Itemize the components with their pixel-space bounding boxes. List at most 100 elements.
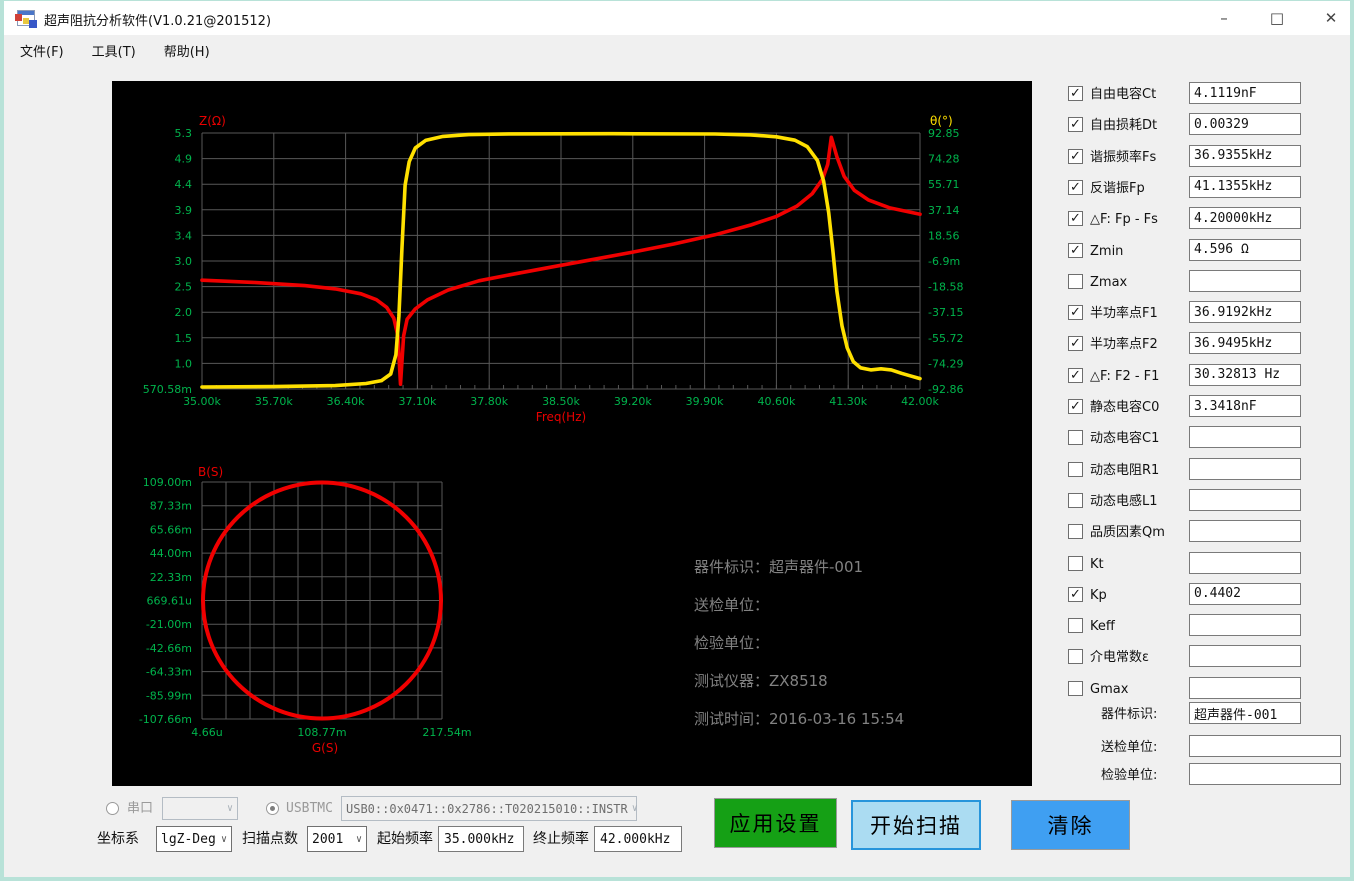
- result-value-0[interactable]: [1189, 82, 1301, 104]
- result-checkbox-4[interactable]: ✓: [1068, 211, 1083, 227]
- result-checkbox-13[interactable]: [1068, 492, 1083, 508]
- result-label-13: 动态电感L1: [1090, 493, 1158, 509]
- usbtmc-address-select[interactable]: USB0::0x0471::0x2786::T020215010::INSTR ∨: [341, 796, 638, 821]
- sweep-points-select[interactable]: 2001 ∨: [307, 826, 367, 852]
- id-field-input-2[interactable]: [1189, 763, 1341, 785]
- device-info-block: 器件标识：超声器件-001 送检单位： 检验单位： 测试仪器：ZX8518 测试…: [694, 555, 904, 745]
- result-value-15[interactable]: [1189, 551, 1301, 574]
- svg-text:G(S): G(S): [312, 741, 338, 755]
- svg-text:38.50k: 38.50k: [542, 395, 580, 408]
- result-value-3[interactable]: [1189, 175, 1301, 198]
- result-value-19[interactable]: [1189, 676, 1301, 699]
- result-value-11[interactable]: [1189, 426, 1301, 449]
- result-value-10[interactable]: [1189, 395, 1301, 417]
- chevron-down-icon: ∨: [631, 803, 638, 814]
- result-value-4[interactable]: [1189, 207, 1301, 230]
- menu-file[interactable]: 文件(F): [8, 37, 76, 64]
- result-label-15: Kt: [1090, 556, 1104, 572]
- title-bar: 超声阻抗分析软件(V1.0.21@201512) – □ ✕: [4, 1, 1350, 35]
- svg-text:4.9: 4.9: [175, 153, 193, 166]
- svg-text:108.77m: 108.77m: [297, 726, 346, 739]
- result-value-14[interactable]: [1189, 520, 1301, 543]
- result-checkbox-7[interactable]: ✓: [1068, 305, 1083, 321]
- sweep-points-label: 扫描点数: [242, 831, 298, 847]
- result-value-2[interactable]: [1189, 144, 1301, 167]
- result-label-11: 动态电容C1: [1090, 431, 1160, 447]
- svg-text:-107.66m: -107.66m: [139, 713, 192, 726]
- result-checkbox-2[interactable]: ✓: [1068, 148, 1083, 164]
- result-checkbox-6[interactable]: [1068, 273, 1083, 289]
- result-value-5[interactable]: [1189, 238, 1301, 261]
- result-checkbox-5[interactable]: ✓: [1068, 242, 1083, 258]
- result-value-7[interactable]: [1189, 301, 1301, 324]
- result-value-17[interactable]: [1189, 614, 1301, 637]
- result-label-7: 半功率点F1: [1090, 306, 1158, 322]
- svg-text:-6.9m: -6.9m: [928, 255, 960, 268]
- svg-text:-21.00m: -21.00m: [146, 618, 192, 631]
- result-checkbox-16[interactable]: ✓: [1068, 586, 1083, 602]
- result-label-6: Zmax: [1090, 274, 1128, 290]
- serial-port-select[interactable]: ∨: [162, 797, 238, 820]
- result-checkbox-3[interactable]: ✓: [1068, 179, 1083, 195]
- svg-text:-42.66m: -42.66m: [146, 642, 192, 655]
- result-value-9[interactable]: [1189, 363, 1301, 386]
- maximize-button[interactable]: □: [1260, 6, 1294, 30]
- svg-text:109.00m: 109.00m: [143, 476, 192, 489]
- id-field-input-1[interactable]: [1189, 735, 1341, 757]
- result-label-9: △F: F2 - F1: [1090, 368, 1160, 384]
- serial-radio[interactable]: [106, 802, 119, 815]
- result-checkbox-8[interactable]: ✓: [1068, 336, 1083, 352]
- clear-button[interactable]: 清除: [1011, 800, 1130, 850]
- result-label-1: 自由损耗Dt: [1090, 118, 1158, 134]
- id-field-label-1: 送检单位:: [1101, 740, 1158, 755]
- result-checkbox-11[interactable]: [1068, 430, 1083, 446]
- svg-text:-18.58: -18.58: [928, 281, 963, 294]
- result-checkbox-18[interactable]: [1068, 649, 1083, 665]
- svg-text:35.70k: 35.70k: [255, 395, 293, 408]
- start-scan-button[interactable]: 开始扫描: [851, 800, 981, 850]
- window-title: 超声阻抗分析软件(V1.0.21@201512): [44, 14, 272, 29]
- start-freq-input[interactable]: [438, 826, 524, 852]
- usbtmc-radio[interactable]: [266, 802, 279, 815]
- chevron-down-icon: ∨: [355, 833, 362, 845]
- info-sender: 送检单位：: [694, 596, 770, 614]
- result-checkbox-9[interactable]: ✓: [1068, 367, 1083, 383]
- svg-text:-64.33m: -64.33m: [146, 666, 192, 679]
- result-value-1[interactable]: [1189, 113, 1301, 136]
- svg-text:1.0: 1.0: [175, 357, 193, 370]
- result-checkbox-1[interactable]: ✓: [1068, 117, 1083, 133]
- result-label-0: 自由电容Ct: [1090, 87, 1157, 102]
- close-button[interactable]: ✕: [1314, 6, 1348, 30]
- result-value-18[interactable]: [1189, 645, 1301, 668]
- result-checkbox-17[interactable]: [1068, 618, 1083, 634]
- app-window: 超声阻抗分析软件(V1.0.21@201512) – □ ✕ 文件(F) 工具(…: [0, 0, 1354, 881]
- result-value-12[interactable]: [1189, 457, 1301, 480]
- result-checkbox-12[interactable]: [1068, 461, 1083, 477]
- stop-freq-input[interactable]: [594, 826, 682, 852]
- result-value-16[interactable]: [1189, 582, 1301, 605]
- result-checkbox-10[interactable]: ✓: [1068, 399, 1083, 414]
- svg-text:44.00m: 44.00m: [150, 547, 192, 560]
- serial-radio-label: 串口: [127, 801, 154, 816]
- svg-text:-85.99m: -85.99m: [146, 689, 192, 702]
- info-instrument: 测试仪器：ZX8518: [694, 672, 828, 690]
- menu-tools[interactable]: 工具(T): [80, 37, 148, 64]
- result-checkbox-14[interactable]: [1068, 524, 1083, 540]
- menu-help[interactable]: 帮助(H): [152, 37, 222, 64]
- minimize-button[interactable]: –: [1207, 6, 1241, 30]
- result-checkbox-0[interactable]: ✓: [1068, 86, 1083, 101]
- svg-text:35.00k: 35.00k: [183, 395, 221, 408]
- result-label-17: Keff: [1090, 619, 1115, 635]
- result-label-10: 静态电容C0: [1090, 400, 1160, 415]
- result-label-18: 介电常数ε: [1090, 650, 1150, 666]
- result-checkbox-15[interactable]: [1068, 555, 1083, 571]
- apply-settings-button[interactable]: 应用设置: [714, 798, 837, 848]
- id-field-input-0[interactable]: [1189, 702, 1301, 724]
- result-value-13[interactable]: [1189, 488, 1301, 511]
- result-value-6[interactable]: [1189, 269, 1301, 292]
- result-label-14: 品质因素Qm: [1090, 525, 1165, 541]
- result-value-8[interactable]: [1189, 332, 1301, 355]
- coord-system-select[interactable]: lgZ-Deg ∨: [156, 826, 232, 852]
- result-label-2: 谐振频率Fs: [1090, 149, 1157, 165]
- result-checkbox-19[interactable]: [1068, 680, 1083, 696]
